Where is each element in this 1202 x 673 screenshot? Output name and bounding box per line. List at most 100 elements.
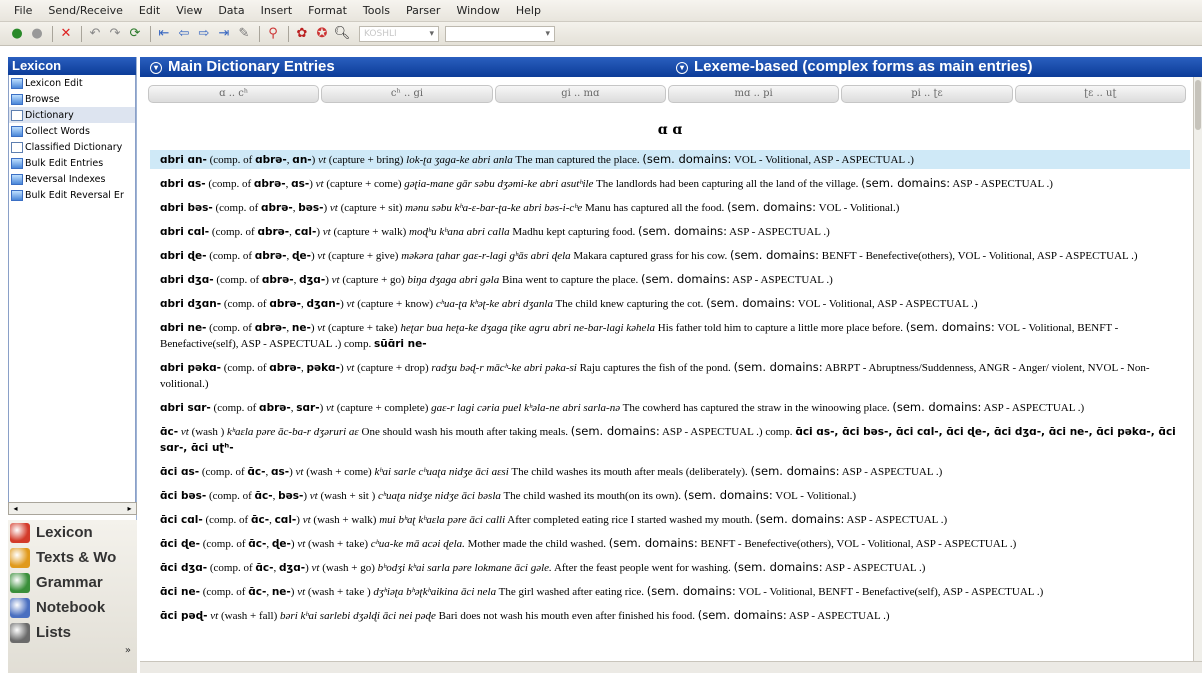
redo-icon[interactable]: ↷ [106, 25, 124, 43]
component-link[interactable]: ɑ̄c- [255, 562, 273, 574]
component-link[interactable]: ɖe- [272, 538, 291, 550]
component-link[interactable]: ɑbrə- [257, 226, 289, 238]
forward-icon[interactable]: ● [28, 25, 46, 43]
scroll-left-icon[interactable]: ◂ [9, 503, 22, 514]
sidebar-tool-item[interactable]: Bulk Edit Reversal Er [9, 187, 135, 203]
menu-tools[interactable]: Tools [355, 4, 398, 17]
letter-range-tab[interactable]: ʈɛ .. uʈ [1014, 85, 1186, 103]
menu-file[interactable]: File [6, 4, 40, 17]
dictionary-entry[interactable]: ɑbri bəs- (comp. of ɑbrə-, bəs-) vt (cap… [150, 198, 1190, 217]
component-link[interactable]: bəs- [298, 202, 323, 214]
area-notebook[interactable]: Notebook [8, 595, 137, 620]
component-link[interactable]: dʒɑ- [279, 562, 305, 574]
undo-icon[interactable]: ↶ [86, 25, 104, 43]
component-link[interactable]: ɖe- [292, 250, 311, 262]
component-link[interactable]: bəs- [278, 490, 303, 502]
menu-edit[interactable]: Edit [131, 4, 168, 17]
sidebar-tool-item[interactable]: Classified Dictionary [9, 139, 135, 155]
vertical-scrollbar[interactable] [1193, 77, 1202, 661]
dictionary-entry[interactable]: ɑ̄ci ne- (comp. of ɑ̄c-, ne-) vt (wash +… [150, 582, 1190, 601]
dictionary-entry[interactable]: ɑbri dʒɑn- (comp. of ɑbrə-, dʒɑn-) vt (c… [150, 294, 1190, 313]
dictionary-entry[interactable]: ɑ̄ci cɑl- (comp. of ɑ̄c-, cɑl-) vt (wash… [150, 510, 1190, 529]
component-link[interactable]: ɑ̄c- [247, 466, 265, 478]
style-combo[interactable]: ▾ [445, 25, 555, 42]
filter-icon[interactable]: ⚲ [264, 25, 282, 43]
area-texts[interactable]: Texts & Wo [8, 545, 137, 570]
component-link[interactable]: ɑbrə- [255, 322, 287, 334]
component-link[interactable]: ɑn- [292, 154, 311, 166]
style-icon[interactable]: ✿ [293, 25, 311, 43]
find-icon[interactable]: 🔍︎ [333, 25, 351, 43]
sidebar-tool-item[interactable]: Collect Words [9, 123, 135, 139]
complex-forms-list[interactable]: sūɑ̄ri ne- [374, 338, 427, 350]
menu-parser[interactable]: Parser [398, 4, 448, 17]
dictionary-entry[interactable]: ɑ̄ci dʒɑ- (comp. of ɑ̄c-, dʒɑ-) vt (wash… [150, 558, 1190, 577]
first-record-icon[interactable]: ⇤ [155, 25, 173, 43]
component-link[interactable]: sɑr- [296, 402, 319, 414]
menu-format[interactable]: Format [300, 4, 355, 17]
component-link[interactable]: ɑbrə- [269, 362, 301, 374]
component-link[interactable]: ne- [292, 322, 311, 334]
sidebar-tool-item[interactable]: Reversal Indexes [9, 171, 135, 187]
dictionary-entry[interactable]: ɑbri ɖe- (comp. of ɑbrə-, ɖe-) vt (captu… [150, 246, 1190, 265]
dictionary-entry[interactable]: ɑ̄ci bəs- (comp. of ɑ̄c-, bəs-) vt (wash… [150, 486, 1190, 505]
area-lists[interactable]: Lists [8, 620, 137, 645]
dictionary-entry[interactable]: ɑbri ne- (comp. of ɑbrə-, ne-) vt (captu… [150, 318, 1190, 353]
refresh-icon[interactable]: ⟳ [126, 25, 144, 43]
sidebar-tool-item[interactable]: Browse [9, 91, 135, 107]
next-record-icon[interactable]: ⇨ [195, 25, 213, 43]
component-link[interactable]: ne- [272, 586, 291, 598]
dictionary-entry[interactable]: ɑ̄ci ɑs- (comp. of ɑ̄c-, ɑs-) vt (wash +… [150, 462, 1190, 481]
menu-help[interactable]: Help [508, 4, 549, 17]
view-configuration-title[interactable]: Lexeme-based (complex forms as main entr… [694, 58, 1032, 75]
component-link[interactable]: ɑbrə- [255, 154, 287, 166]
scroll-right-icon[interactable]: ▸ [123, 503, 136, 514]
sidebar-horizontal-scrollbar[interactable]: ◂ ▸ [8, 502, 137, 515]
dictionary-entry[interactable]: ɑbri cɑl- (comp. of ɑbrə-, cɑl-) vt (cap… [150, 222, 1190, 241]
horizontal-scrollbar[interactable] [140, 661, 1202, 673]
dictionary-entry[interactable]: ɑbri ɑn- (comp. of ɑbrə-, ɑn-) vt (captu… [150, 150, 1190, 169]
menu-insert[interactable]: Insert [253, 4, 301, 17]
component-link[interactable]: ɑbrə- [254, 178, 286, 190]
chevron-down-icon[interactable]: ▾ [150, 62, 162, 74]
component-link[interactable]: dʒɑn- [307, 298, 341, 310]
edit-icon[interactable]: ✎ [235, 25, 253, 43]
scrollbar-thumb[interactable] [1195, 80, 1201, 130]
component-link[interactable]: ɑbrə- [255, 250, 287, 262]
sidebar-tool-item[interactable]: Lexicon Edit [9, 75, 135, 91]
dictionary-entry[interactable]: ɑbri sɑr- (comp. of ɑbrə-, sɑr-) vt (cap… [150, 398, 1190, 417]
letter-range-tab[interactable]: mɑ .. pi [667, 85, 840, 103]
component-link[interactable]: ɑbrə- [262, 274, 294, 286]
menu-window[interactable]: Window [448, 4, 507, 17]
sidebar-tool-item[interactable]: Dictionary [9, 107, 135, 123]
component-link[interactable]: cɑl- [275, 514, 297, 526]
letter-range-tab[interactable]: gi .. mɑ [494, 85, 666, 103]
component-link[interactable]: cɑl- [295, 226, 317, 238]
back-icon[interactable]: ● [8, 25, 26, 43]
dictionary-entry[interactable]: ɑbri dʒɑ- (comp. of ɑbrə-, dʒɑ-) vt (cap… [150, 270, 1190, 289]
component-link[interactable]: ɑbrə- [259, 402, 291, 414]
menu-data[interactable]: Data [210, 4, 252, 17]
writing-system-combo[interactable]: KOSHLI ▾ [359, 25, 439, 42]
delete-icon[interactable]: ✕ [57, 25, 75, 43]
more-areas-button[interactable]: » [8, 645, 137, 656]
component-link[interactable]: ɑ̄c- [251, 514, 269, 526]
component-link[interactable]: ɑ̄c- [248, 586, 266, 598]
chevron-down-icon[interactable]: ▾ [676, 62, 688, 74]
area-grammar[interactable]: Grammar [8, 570, 137, 595]
previous-record-icon[interactable]: ⇦ [175, 25, 193, 43]
component-link[interactable]: ɑ̄c- [248, 538, 266, 550]
dictionary-entry[interactable]: ɑ̄ci ɖe- (comp. of ɑ̄c-, ɖe-) vt (wash +… [150, 534, 1190, 553]
letter-range-tab[interactable]: cʰ .. gi [321, 85, 493, 103]
component-link[interactable]: ɑs- [291, 178, 309, 190]
component-link[interactable]: ɑ̄c- [255, 490, 273, 502]
dictionary-entry[interactable]: ɑbri ɑs- (comp. of ɑbrə-, ɑs-) vt (captu… [150, 174, 1190, 193]
component-link[interactable]: ɑbrə- [269, 298, 301, 310]
menu-view[interactable]: View [168, 4, 210, 17]
component-link[interactable]: ɑs- [271, 466, 289, 478]
menu-sendreceive[interactable]: Send/Receive [40, 4, 130, 17]
config-icon[interactable]: ✪ [313, 25, 331, 43]
letter-range-tab[interactable]: pi .. ʈɛ [841, 85, 1013, 103]
component-link[interactable]: pəkɑ- [306, 362, 340, 374]
area-lexicon[interactable]: Lexicon [8, 520, 137, 545]
